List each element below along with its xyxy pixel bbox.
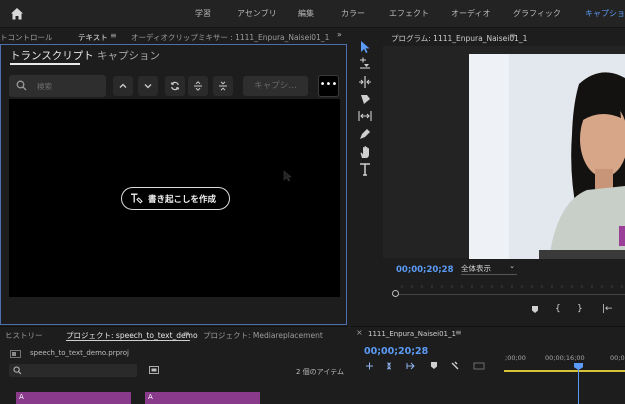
workspace-tab-graphics[interactable]: グラフィック <box>513 8 561 19</box>
new-bin-icon[interactable] <box>149 365 159 374</box>
cursor-icon <box>283 170 292 182</box>
ruler-tick: 00;00;32 <box>610 354 625 362</box>
clip-thumbnail[interactable]: A <box>145 392 260 404</box>
pen-icon[interactable] <box>358 127 372 141</box>
tab-audio-clip-mixer[interactable]: オーディオクリップミキサー : 1111_Enpura_Naisei01_1 <box>131 32 329 43</box>
scrubber-ticks <box>392 285 625 295</box>
program-scrubber[interactable] <box>392 282 625 296</box>
selection-tool-icon[interactable] <box>358 40 372 54</box>
program-timecode[interactable]: 00;00;20;28 <box>396 265 454 275</box>
workspace-bar: 学習 アセンブリ 編集 カラー エフェクト オーディオ グラフィック キャプショ… <box>0 0 625 28</box>
add-marker-icon[interactable] <box>531 305 539 314</box>
sync-icon <box>170 81 180 91</box>
adobe-logo-icon: A <box>148 393 153 401</box>
split-icon <box>194 81 202 91</box>
tab-project-mediareplacement[interactable]: プロジェクト: Mediareplacement <box>203 330 323 341</box>
subtab-captions[interactable]: キャプション <box>97 48 160 63</box>
hand-icon[interactable] <box>358 145 372 159</box>
ruler-tick: 00;00;16;00 <box>545 354 585 362</box>
mark-in-button[interactable]: { <box>555 304 561 314</box>
tab-history[interactable]: ヒストリー <box>5 330 43 341</box>
project-menu-icon[interactable]: ≡ <box>183 329 190 338</box>
tab-text[interactable]: テキスト <box>78 32 108 43</box>
close-icon[interactable]: × <box>356 328 363 337</box>
tools-panel: » <box>337 28 380 324</box>
home-icon[interactable] <box>9 6 25 22</box>
track-select-icon[interactable] <box>358 57 372 71</box>
search-input[interactable] <box>9 75 106 97</box>
search-placeholder: 検索 <box>37 82 52 91</box>
chevron-up-icon <box>119 83 127 88</box>
sequence-tab[interactable]: 1111_Enpura_Naisei01_1 <box>368 330 456 338</box>
workspace-tab-captions[interactable]: キャプション <box>585 8 625 19</box>
merge-segments-button[interactable] <box>213 76 233 96</box>
ripple-edit-icon[interactable] <box>358 75 372 89</box>
program-menu-icon[interactable]: ≡ <box>509 31 516 40</box>
search-icon <box>16 80 27 91</box>
timeline-playhead-line <box>578 364 579 404</box>
project-file-name: speech_to_text_demo.prproj <box>30 349 130 357</box>
split-segment-button[interactable] <box>188 76 208 96</box>
timeline-menu-icon[interactable]: ≡ <box>455 328 462 337</box>
subtab-transcript[interactable]: トランスクリプト <box>10 48 94 63</box>
go-to-in-button[interactable]: |← <box>602 304 613 314</box>
clip-thumbnail[interactable]: A <box>16 392 131 404</box>
workspace-tab-edit[interactable]: 編集 <box>298 8 314 19</box>
item-count: 2 個のアイテム <box>296 368 344 376</box>
timeline-timecode[interactable]: 00;00;20;28 <box>364 346 428 357</box>
zoom-level-select[interactable]: 全体表示 ⌄ <box>461 262 517 275</box>
project-file-icon <box>10 350 21 358</box>
transcribe-button-label: 書き起こしを作成 <box>148 195 217 205</box>
search-icon <box>13 366 22 375</box>
work-area-bar[interactable] <box>504 370 625 372</box>
workspace-tab-audio[interactable]: オーディオ <box>451 8 490 19</box>
sync-button[interactable] <box>165 76 185 96</box>
adobe-logo-icon: A <box>19 393 24 401</box>
transcribe-button[interactable]: 書き起こしを作成 <box>121 187 230 210</box>
merge-icon <box>219 81 227 91</box>
active-project-tab-indicator <box>66 340 190 341</box>
presenter-image <box>469 54 625 259</box>
workspace-tab-learn[interactable]: 学習 <box>195 8 211 19</box>
next-result-button[interactable] <box>138 76 158 96</box>
workspace-tab-effects[interactable]: エフェクト <box>389 8 429 19</box>
video-frame <box>469 54 625 259</box>
project-search-input[interactable] <box>9 364 137 377</box>
workspace-tab-assembly[interactable]: アセンブリ <box>237 8 277 19</box>
tab-effect-controls[interactable]: トコントロール <box>0 32 53 43</box>
left-panel-tabbar: トコントロール テキスト ≡ オーディオクリップミキサー : 1111_Enpu… <box>0 28 348 45</box>
razor-icon[interactable] <box>358 92 372 106</box>
program-monitor-title: プログラム: 1111_Enpura_Naisei01_1 <box>391 34 528 43</box>
more-options-button[interactable]: ••• <box>318 75 339 97</box>
chevron-down-icon <box>144 84 152 89</box>
slip-icon[interactable] <box>358 109 372 123</box>
ruler-tick: ;00;00 <box>505 354 526 362</box>
workspace-tab-color[interactable]: カラー <box>341 8 365 19</box>
tools-overflow-icon[interactable]: » <box>337 30 342 39</box>
playhead-handle[interactable] <box>392 290 399 297</box>
active-subtab-indicator <box>10 63 80 65</box>
chevron-down-icon: ⌄ <box>509 262 515 270</box>
previous-result-button[interactable] <box>113 76 133 96</box>
timeline-tool-icons <box>366 361 485 370</box>
timeline-playhead-handle[interactable] <box>574 363 583 370</box>
zoom-level-value: 全体表示 <box>461 264 491 273</box>
transcribe-icon <box>131 193 143 204</box>
type-icon[interactable] <box>358 162 372 176</box>
panel-menu-icon[interactable]: ≡ <box>110 31 117 40</box>
mark-out-button[interactable]: } <box>577 304 583 314</box>
create-captions-button[interactable]: キャプシ… <box>243 76 308 96</box>
